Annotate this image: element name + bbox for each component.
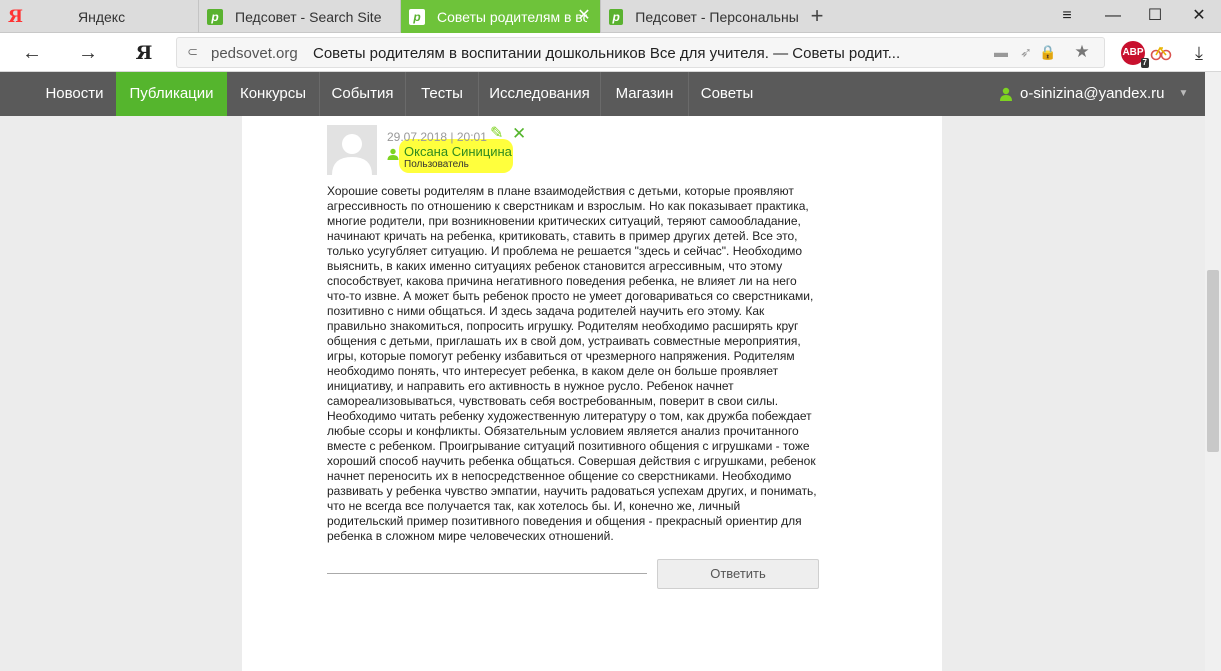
window-close-icon[interactable]: ✕ — [1189, 6, 1209, 26]
comment-line: игры, которые помогут ребенку избавиться… — [327, 349, 795, 363]
comment-line: родительский пример позитивного поведени… — [327, 514, 802, 528]
comment-text: Хорошие советы родителям в плане взаимод… — [327, 184, 822, 544]
pedsovet-icon: p — [609, 8, 624, 25]
user-email: o-sinizina@yandex.ru — [1020, 85, 1165, 102]
tab-yandex[interactable]: Я Яндекс — [0, 0, 198, 33]
yandex-icon: Я — [8, 6, 23, 27]
comment-line: начинают кричать на ребенка, критиковать… — [327, 229, 798, 243]
tab-label: Педсовет - Search Site — [235, 8, 382, 25]
comment-line: инициативу, и направить его активность в… — [327, 379, 734, 393]
default-avatar-icon — [327, 125, 377, 175]
comment-line: способствует, какова причина негативного… — [327, 274, 797, 288]
avatar[interactable] — [327, 125, 377, 175]
tab-label: Яндекс — [78, 8, 126, 25]
author-role: Пользователь — [404, 159, 469, 170]
adblock-icon[interactable]: ABP 7 — [1121, 41, 1149, 68]
comment-line: необходимо понять, что интересует ребенк… — [327, 364, 779, 378]
new-tab-button[interactable]: + — [806, 5, 828, 27]
nav-item-advice[interactable]: Советы — [689, 72, 765, 116]
comment-line: позитивно с ними общаться. И здесь задач… — [327, 304, 765, 318]
browser-tab-bar: Я Яндекс p Педсовет - Search Site p Сове… — [0, 0, 1221, 33]
reply-button[interactable]: Ответить — [657, 559, 819, 589]
user-icon — [387, 148, 399, 160]
download-icon[interactable]: ⤓ — [1188, 42, 1210, 64]
comment-line: хороший способ научить ребенка общаться.… — [327, 454, 816, 468]
yandex-home-button[interactable]: Я — [133, 42, 155, 64]
tab-label: Педсовет - Персональный с — [635, 8, 798, 25]
comment-line: начнет переносить их в непосредственное … — [327, 469, 792, 483]
comment-line: самореализовываться, чувствовать себя во… — [327, 394, 779, 408]
user-menu[interactable]: o-sinizina@yandex.ru ▼ — [1000, 72, 1188, 116]
comment-line: Хорошие советы родителям в плане взаимод… — [327, 184, 794, 198]
comment-line: многие родители, при возникновении крити… — [327, 214, 801, 228]
close-icon[interactable]: ✕ — [576, 8, 592, 24]
divider — [327, 573, 647, 574]
tab-search-site[interactable]: p Педсовет - Search Site — [198, 0, 400, 33]
nav-item-research[interactable]: Исследования — [479, 72, 601, 116]
rocket-icon[interactable]: ➶ — [1017, 44, 1035, 61]
tab-personal[interactable]: p Педсовет - Персональный с — [600, 0, 798, 33]
extension-bike-icon[interactable] — [1149, 41, 1173, 65]
comment-line: развивать у ребенка чувство эмпатии, нау… — [327, 484, 817, 498]
comment-line: что не всегда все получается так, как хо… — [327, 499, 741, 513]
nav-item-tests[interactable]: Тесты — [406, 72, 479, 116]
comment-line: вместе с ребенком. Проигрывание ситуаций… — [327, 439, 810, 453]
user-icon — [1000, 87, 1012, 101]
comment-line: выяснить, в каких именно ситуациях ребен… — [327, 259, 783, 273]
menu-icon[interactable]: ≡ — [1057, 6, 1077, 26]
tab-current-article[interactable]: p Советы родителям в вос ✕ — [400, 0, 600, 33]
browser-toolbar: ← → Я ⊂ pedsovet.org Советы родителям в … — [0, 33, 1221, 72]
nav-item-events[interactable]: События — [320, 72, 406, 116]
forward-arrow-icon[interactable]: → — [77, 42, 99, 64]
comment-line: любые ссоры и конфликты. Обязательным ус… — [327, 424, 799, 438]
pencil-icon[interactable]: ✎ — [490, 125, 508, 143]
address-title: Советы родителям в воспитании дошкольник… — [313, 45, 901, 62]
address-bar[interactable]: ⊂ pedsovet.org Советы родителям в воспит… — [176, 37, 1105, 68]
address-domain: pedsovet.org — [211, 45, 298, 62]
scrollbar-thumb[interactable] — [1207, 270, 1219, 452]
comment-line: ребенка в сложном мире человеческих отно… — [327, 529, 614, 543]
comment-icon[interactable]: ▬ — [992, 44, 1010, 60]
nav-item-contests[interactable]: Конкурсы — [227, 72, 320, 116]
delete-x-icon[interactable]: ✕ — [512, 125, 528, 143]
tab-label: Советы родителям в вос — [437, 8, 587, 25]
bookmark-star-icon[interactable]: ★ — [1073, 42, 1091, 62]
back-arrow-icon[interactable]: ← — [21, 42, 43, 64]
site-navigation: Новости Публикации Конкурсы События Тест… — [0, 72, 1221, 116]
lock-icon[interactable]: 🔒 — [1039, 44, 1057, 61]
maximize-icon[interactable]: ☐ — [1145, 6, 1165, 26]
nav-item-publications[interactable]: Публикации — [116, 72, 227, 116]
comment-line: что-то извне. А может быть ребенок прост… — [327, 289, 814, 303]
comment-line: Необходимо читать ребенку художественную… — [327, 409, 812, 423]
author-name[interactable]: Оксана Синицина — [404, 144, 512, 159]
connection-icon[interactable]: ⊂ — [187, 44, 198, 60]
comment-line: агрессивность по отношению к сверстникам… — [327, 199, 809, 213]
minimize-icon[interactable]: — — [1103, 6, 1123, 26]
comment-line: общения с детьми, приглашать их в свой д… — [327, 334, 801, 348]
pedsovet-icon: p — [207, 8, 223, 25]
comment-line: правильно знакомиться, попросить игрушку… — [327, 319, 799, 333]
adblock-label: ABP — [1122, 47, 1144, 58]
comment-card: 29.07.2018 | 20:01 ✎ ✕ Оксана Синицина П… — [242, 116, 942, 671]
chevron-down-icon: ▼ — [1178, 88, 1189, 99]
comment-line: только усугубляет ситуацию. И проблема н… — [327, 244, 803, 258]
comment-date: 29.07.2018 | 20:01 — [387, 130, 487, 144]
nav-item-news[interactable]: Новости — [33, 72, 116, 116]
nav-item-shop[interactable]: Магазин — [601, 72, 689, 116]
pedsovet-icon: p — [409, 8, 425, 25]
adblock-count: 7 — [1140, 58, 1149, 68]
